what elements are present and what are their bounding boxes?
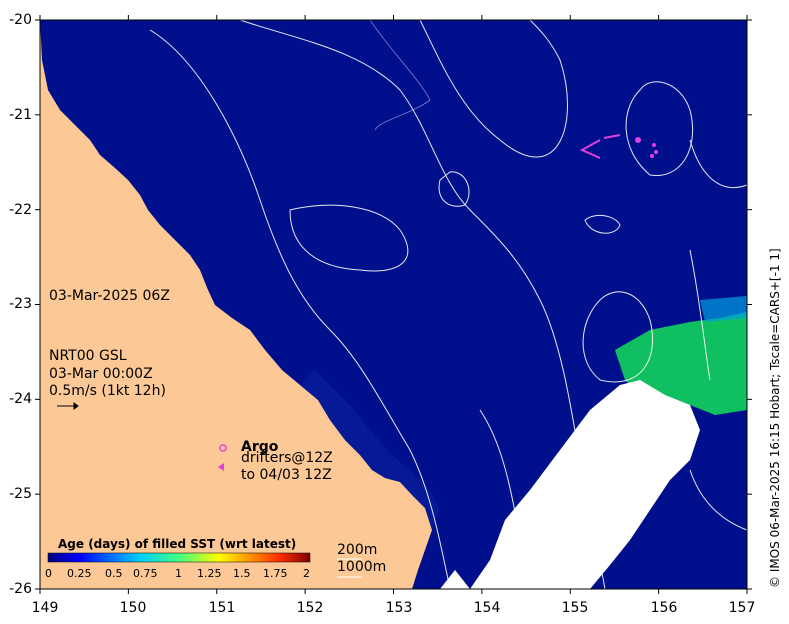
y-tick: -25 — [9, 486, 32, 502]
sst-map — [35, 15, 752, 594]
depth-1000-label: 1000m — [337, 559, 387, 575]
y-tick: -22 — [9, 202, 32, 218]
colorbar — [47, 552, 311, 563]
credit-text: © IMOS 06-Mar-2025 16:15 Hobart; Tscale=… — [768, 248, 782, 588]
y-tick: -23 — [9, 296, 32, 312]
y-tick: -21 — [9, 107, 32, 123]
colorbar-tick: 1.75 — [263, 567, 288, 580]
y-tick: -24 — [9, 391, 32, 407]
drifters-label-2: to 04/03 12Z — [241, 467, 332, 483]
colorbar-tick: 1.25 — [197, 567, 222, 580]
y-tick: -26 — [9, 581, 32, 597]
x-tick: 152 — [296, 600, 324, 616]
nrt-label-1: NRT00 GSL — [49, 348, 127, 364]
x-tick: 153 — [385, 600, 413, 616]
colorbar-tick: 0.25 — [67, 567, 92, 580]
colorbar-tick: 0.5 — [105, 567, 123, 580]
colorbar-tick: 1.5 — [233, 567, 251, 580]
colorbar-title: Age (days) of filled SST (wrt latest) — [58, 537, 297, 551]
x-tick: 154 — [473, 600, 501, 616]
date-label: 03-Mar-2025 06Z — [49, 288, 170, 304]
x-tick: 155 — [561, 600, 589, 616]
nrt-label-3: 0.5m/s (1kt 12h) — [49, 383, 166, 399]
colorbar-tick: 2 — [303, 567, 310, 580]
nrt-label-2: 03-Mar 00:00Z — [49, 366, 153, 382]
x-tick: 156 — [650, 600, 678, 616]
x-tick: 150 — [119, 600, 147, 616]
x-tick: 151 — [208, 600, 236, 616]
depth-200-label: 200m — [337, 542, 378, 558]
drifters-label-1: drifters@12Z — [241, 450, 333, 466]
y-tick: -20 — [9, 12, 32, 28]
x-tick: 149 — [31, 600, 59, 616]
x-tick: 157 — [728, 600, 756, 616]
colorbar-tick: 0.75 — [133, 567, 158, 580]
colorbar-tick: 1 — [175, 567, 182, 580]
colorbar-tick: 0 — [45, 567, 52, 580]
